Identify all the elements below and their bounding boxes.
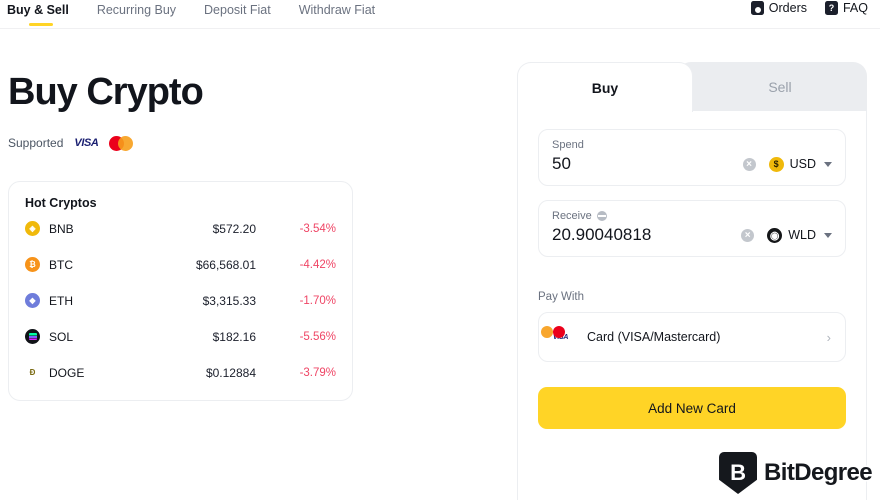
wld-mini-icon [596,211,607,221]
table-row[interactable]: SOL $182.16 -5.56% [25,320,336,354]
coin-cell: ₿ BTC [25,257,153,273]
bnb-icon: ◈ [25,221,40,237]
supported-label: Supported [8,136,64,151]
buy-crypto-page: Buy & Sell Recurring Buy Deposit Fiat Wi… [0,0,880,500]
top-navigation: Buy & Sell Recurring Buy Deposit Fiat Wi… [0,0,880,29]
chevron-down-icon [824,161,832,167]
spend-currency-selector[interactable]: $ USD [768,156,832,172]
nav-item-buy-sell[interactable]: Buy & Sell [7,0,83,26]
eth-icon: ◆ [25,293,40,309]
clear-spend-icon[interactable]: × [742,157,756,171]
receive-currency-selector[interactable]: ◉ WLD [767,227,832,243]
coin-cell: SOL [25,329,153,345]
btc-icon: ₿ [25,257,40,273]
coin-symbol: BTC [49,257,73,272]
coin-symbol: BNB [49,221,74,236]
spend-currency-code: USD [789,157,816,171]
chevron-right-icon: › [826,329,831,345]
table-row[interactable]: ◆ ETH $3,315.33 -1.70% [25,284,336,318]
coin-change: -3.79% [299,366,336,379]
receive-currency-code: WLD [788,228,816,242]
payment-method-row[interactable]: VISA Card (VISA/Mastercard) › [538,312,846,362]
left-column: Buy Crypto Supported VISA Hot Cryptos ◈ … [8,71,388,401]
hot-cryptos-card: Hot Cryptos ◈ BNB $572.20 -3.54% ₿ BTC $… [8,180,353,401]
coin-price: $182.16 [212,329,256,344]
spend-row: × $ USD [552,154,832,174]
nav-tabs: Buy & Sell Recurring Buy Deposit Fiat Wi… [0,0,389,26]
coin-cell: ◈ BNB [25,221,153,237]
faq-label: FAQ [842,1,868,15]
orders-link[interactable]: Orders [750,1,807,15]
table-row[interactable]: Ð DOGE $0.12884 -3.79% [25,356,336,390]
receive-row: × ◉ WLD [552,225,832,245]
trade-panel-body: Spend × $ USD Receive [517,111,867,500]
trade-tabs: Buy Sell [517,62,867,112]
nav-item-label: Deposit Fiat [204,3,271,17]
mastercard-logo [109,135,134,151]
nav-item-withdraw-fiat[interactable]: Withdraw Fiat [285,0,389,20]
nav-utility-links: Orders ? FAQ [750,0,880,15]
nav-item-label: Withdraw Fiat [298,3,376,17]
coin-symbol: SOL [49,329,74,344]
doge-icon: Ð [29,368,36,378]
receive-field: Receive × ◉ WLD [538,200,846,257]
bitdegree-watermark: B BitDegree [719,452,873,494]
tab-sell-label: Sell [768,79,792,95]
faq-icon: ? [824,1,838,15]
table-row[interactable]: ◈ BNB $572.20 -3.54% [25,212,336,246]
tab-buy[interactable]: Buy [517,62,693,112]
visa-logo: VISA [74,137,99,150]
trade-panel: Buy Sell Spend × $ USD [517,62,867,500]
spend-input[interactable] [552,154,743,174]
orders-label: Orders [768,1,807,15]
wld-coin-icon: ◉ [767,227,783,243]
tab-sell[interactable]: Sell [677,62,867,112]
nav-item-recurring-buy[interactable]: Recurring Buy [83,0,190,20]
coin-cell: Ð DOGE [25,365,153,380]
nav-item-label: Recurring Buy [96,3,177,17]
hot-cryptos-title: Hot Cryptos [25,195,97,210]
table-row[interactable]: ₿ BTC $66,568.01 -4.42% [25,248,336,282]
coin-symbol: ETH [49,293,73,308]
coin-price: $572.20 [212,221,256,236]
sol-icon [25,329,40,345]
chevron-down-icon [824,232,832,238]
spend-label: Spend [552,139,584,151]
usd-coin-icon: $ [768,156,784,172]
tab-buy-label: Buy [591,79,619,96]
add-new-card-button[interactable]: Add New Card [538,387,846,429]
bitdegree-shield-icon: B [719,452,758,494]
coin-change: -1.70% [299,294,336,307]
bitdegree-wordmark: BitDegree [764,459,873,486]
coin-price: $66,568.01 [195,257,256,272]
coin-change: -4.42% [299,258,336,271]
receive-input[interactable] [552,225,742,245]
faq-link[interactable]: ? FAQ [824,1,868,15]
clear-receive-icon[interactable]: × [741,228,755,242]
coin-change: -3.54% [299,222,336,235]
coin-price: $3,315.33 [202,293,256,308]
coin-cell: ◆ ETH [25,293,153,309]
orders-icon [750,1,764,15]
coin-symbol: DOGE [49,365,85,380]
nav-item-deposit-fiat[interactable]: Deposit Fiat [190,0,285,20]
nav-item-label: Buy & Sell [7,3,69,17]
payment-method-label: Card (VISA/Mastercard) [587,330,721,344]
receive-label: Receive [552,210,832,222]
pay-with-label: Pay With [538,291,585,303]
card-brands-icon: VISA [541,326,575,348]
receive-label-text: Receive [552,210,592,222]
spend-field: Spend × $ USD [538,129,846,186]
coin-change: -5.56% [299,330,336,343]
coin-price: $0.12884 [205,365,256,380]
active-tab-underline [29,23,53,26]
page-title: Buy Crypto [8,71,204,113]
supported-payments: Supported VISA [8,135,388,151]
